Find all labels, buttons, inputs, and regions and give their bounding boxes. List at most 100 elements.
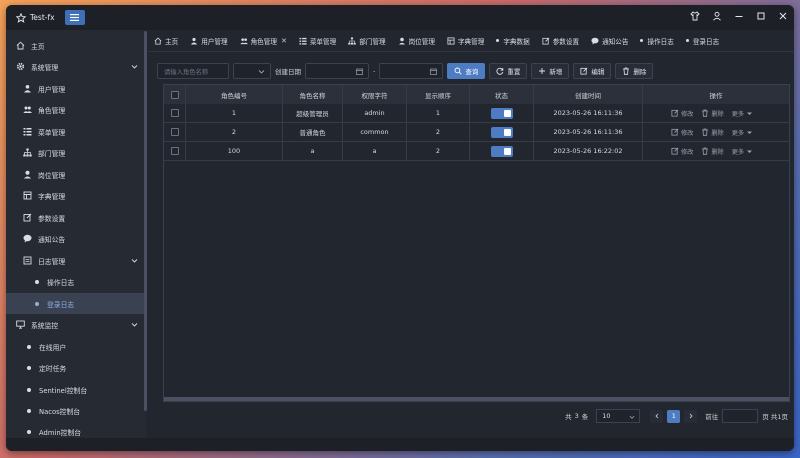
tab-label: 部门管理 <box>359 37 386 46</box>
sidebar-item-label: 操作日志 <box>47 278 75 287</box>
prev-page-button[interactable] <box>650 409 664 423</box>
delete-button[interactable]: 删除 <box>615 63 654 79</box>
row-checkbox[interactable] <box>170 147 179 155</box>
bullet-icon <box>35 279 39 284</box>
tab-dict[interactable]: 字典管理 <box>441 30 490 52</box>
end-date-picker[interactable] <box>379 63 444 79</box>
status-toggle[interactable] <box>490 126 513 138</box>
col-created[interactable]: 创建时间 <box>534 85 643 104</box>
users-icon <box>239 37 248 45</box>
sidebar-item-monitor[interactable]: 系统监控 <box>6 314 144 335</box>
sidebar-item-menus[interactable]: 菜单管理 <box>6 121 144 142</box>
sidebar-item-label: Nacos控制台 <box>39 407 81 416</box>
table-row[interactable]: 1 超级管理员 admin 1 2023-05-26 16:11:36 修改 删… <box>164 103 789 123</box>
menu-toggle-button[interactable] <box>64 10 85 25</box>
edit-icon <box>580 67 588 75</box>
tab-users[interactable]: 用户管理 <box>184 30 233 52</box>
sidebar-item-label: 菜单管理 <box>38 128 66 137</box>
sidebar-scrollbar[interactable] <box>144 31 147 411</box>
select-all-checkbox[interactable] <box>170 90 179 99</box>
tab-roles[interactable]: 角色管理 ✕ <box>234 30 293 52</box>
bullet-icon <box>27 344 31 349</box>
goto-page-input[interactable] <box>722 409 759 423</box>
status-select[interactable] <box>233 63 271 79</box>
calendar-icon <box>430 68 438 75</box>
status-toggle[interactable] <box>490 145 513 157</box>
row-edit-link[interactable]: 修改 <box>671 128 693 137</box>
status-toggle[interactable] <box>490 107 513 119</box>
sidebar-item-admin[interactable]: Admin控制台 <box>6 421 144 438</box>
row-checkbox[interactable] <box>170 109 179 117</box>
tab-oper-log[interactable]: 操作日志 <box>634 30 679 52</box>
add-button[interactable]: 新增 <box>531 63 570 79</box>
maximize-icon[interactable] <box>756 11 766 21</box>
role-name-input[interactable]: 请输入角色名称 <box>157 63 229 79</box>
row-checkbox[interactable] <box>170 128 179 136</box>
sidebar-item-depts[interactable]: 部门管理 <box>6 142 144 163</box>
query-button[interactable]: 查询 <box>447 63 486 79</box>
col-order[interactable]: 显示顺序 <box>407 85 470 104</box>
sidebar-item-params[interactable]: 参数设置 <box>6 207 144 228</box>
reset-button[interactable]: 重置 <box>489 63 528 79</box>
page-1-button[interactable]: 1 <box>667 409 681 423</box>
row-actions: 修改 删除 更多 <box>643 123 789 142</box>
edit-icon <box>671 109 679 117</box>
tab-params[interactable]: 参数设置 <box>536 30 585 52</box>
col-role-key[interactable]: 权限字符 <box>343 85 407 104</box>
row-edit-link[interactable]: 修改 <box>671 109 693 118</box>
row-more-dropdown[interactable]: 更多 <box>732 109 753 118</box>
sidebar-item-home[interactable]: 主页 <box>6 35 144 56</box>
sidebar-item-label: 岗位管理 <box>38 171 66 180</box>
sidebar-item-users[interactable]: 用户管理 <box>6 78 144 99</box>
created-time: 2023-05-26 16:11:36 <box>534 103 643 123</box>
tab-home[interactable]: 主页 <box>148 30 184 52</box>
next-page-button[interactable] <box>684 409 698 423</box>
row-edit-link[interactable]: 修改 <box>671 147 693 156</box>
sidebar-item-online[interactable]: 在线用户 <box>6 336 144 357</box>
tab-depts[interactable]: 部门管理 <box>342 30 391 52</box>
sidebar: 主页 系统管理 用户管理 角色管理 菜单管理 部门管理 岗位管理 字典管理 参数… <box>6 30 146 438</box>
button-label: 重置 <box>507 68 521 76</box>
sidebar-item-nacos[interactable]: Nacos控制台 <box>6 400 144 421</box>
row-delete-link[interactable]: 删除 <box>701 109 724 118</box>
tab-login-log[interactable]: 登录日志 <box>680 30 725 52</box>
start-date-picker[interactable] <box>305 63 369 79</box>
table-row[interactable]: 2 普通角色 common 2 2023-05-26 16:11:36 修改 删… <box>164 122 789 142</box>
sidebar-item-sentinel[interactable]: Sentinel控制台 <box>6 379 144 400</box>
tab-dict-data[interactable]: 字典数据 <box>490 30 535 52</box>
col-status[interactable]: 状态 <box>470 85 534 104</box>
tab-notice[interactable]: 通知公告 <box>585 30 634 52</box>
close-icon[interactable] <box>778 11 788 21</box>
sidebar-item-label: Sentinel控制台 <box>39 386 88 395</box>
sidebar-item-oper-log[interactable]: 操作日志 <box>6 271 144 292</box>
account-icon[interactable] <box>712 11 722 21</box>
row-more-dropdown[interactable]: 更多 <box>732 128 753 137</box>
sidebar-item-label: 在线用户 <box>39 343 67 352</box>
page-size-select[interactable]: 10 <box>596 409 641 423</box>
row-delete-link[interactable]: 删除 <box>701 147 724 156</box>
close-tab-icon[interactable]: ✕ <box>281 37 287 45</box>
bullet-icon <box>35 301 39 306</box>
tab-posts[interactable]: 岗位管理 <box>392 30 441 52</box>
sidebar-item-system[interactable]: 系统管理 <box>6 56 144 77</box>
sidebar-item-notice[interactable]: 通知公告 <box>6 228 144 249</box>
sidebar-item-dict[interactable]: 字典管理 <box>6 185 144 206</box>
sidebar-item-logs[interactable]: 日志管理 <box>6 250 144 271</box>
shirt-icon[interactable] <box>690 11 700 21</box>
sidebar-item-posts[interactable]: 岗位管理 <box>6 164 144 185</box>
row-more-dropdown[interactable]: 更多 <box>732 147 753 156</box>
row-delete-link[interactable]: 删除 <box>701 128 724 137</box>
tab-menus[interactable]: 菜单管理 <box>293 30 342 52</box>
col-role-id[interactable]: 角色编号 <box>186 85 283 104</box>
table-horizontal-scrollbar[interactable] <box>164 397 789 401</box>
date-separator: - <box>373 67 376 75</box>
role-id: 2 <box>186 122 283 142</box>
table-row[interactable]: 100 a a 2 2023-05-26 16:22:02 修改 删除 更多 <box>164 141 789 161</box>
sidebar-item-jobs[interactable]: 定时任务 <box>6 357 144 378</box>
edit-button[interactable]: 编辑 <box>573 63 612 79</box>
sidebar-item-roles[interactable]: 角色管理 <box>6 99 144 120</box>
col-role-name[interactable]: 角色名称 <box>283 85 343 104</box>
sidebar-item-login-log[interactable]: 登录日志 <box>6 293 144 314</box>
role-name: 超级管理员 <box>283 103 343 123</box>
minimize-icon[interactable] <box>734 11 744 21</box>
